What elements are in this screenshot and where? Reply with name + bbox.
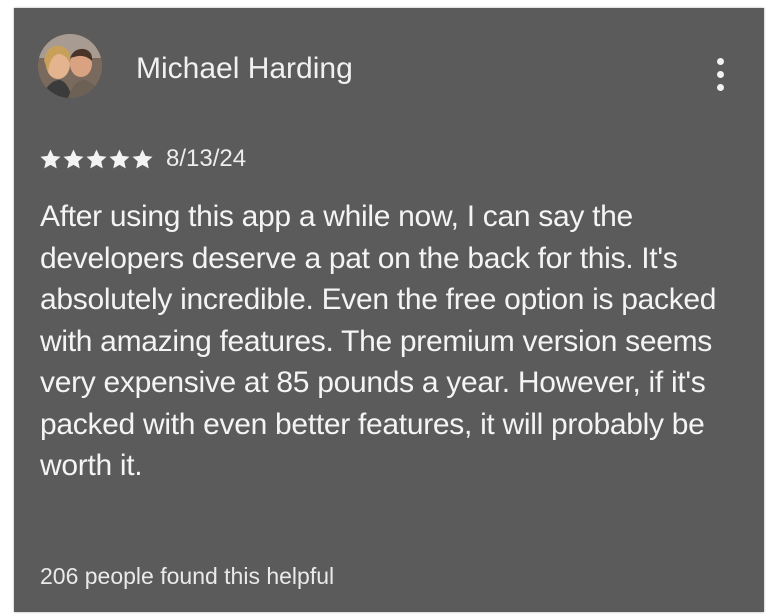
star-icon <box>40 149 61 168</box>
reviewer-avatar[interactable] <box>38 34 102 98</box>
avatar-photo-icon <box>38 34 102 98</box>
star-icon <box>132 149 153 168</box>
star-rating <box>40 149 153 170</box>
star-icon <box>86 149 107 168</box>
star-icon <box>109 149 130 168</box>
more-vertical-icon-dot-top <box>716 57 724 65</box>
review-date: 8/13/24 <box>166 145 247 172</box>
more-options-button[interactable] <box>702 50 738 98</box>
more-vertical-icon-dot-bottom <box>716 83 724 91</box>
reviewer-name: Michael Harding <box>136 52 353 85</box>
star-icon <box>63 149 84 168</box>
more-vertical-icon-dot-middle <box>716 70 724 78</box>
review-text: After using this app a while now, I can … <box>40 200 717 482</box>
helpful-count-text: 206 people found this helpful <box>40 563 335 589</box>
rating-row: 8/13/24 <box>40 144 246 174</box>
review-card: Michael Harding 8/13/24 After using this… <box>14 8 764 612</box>
